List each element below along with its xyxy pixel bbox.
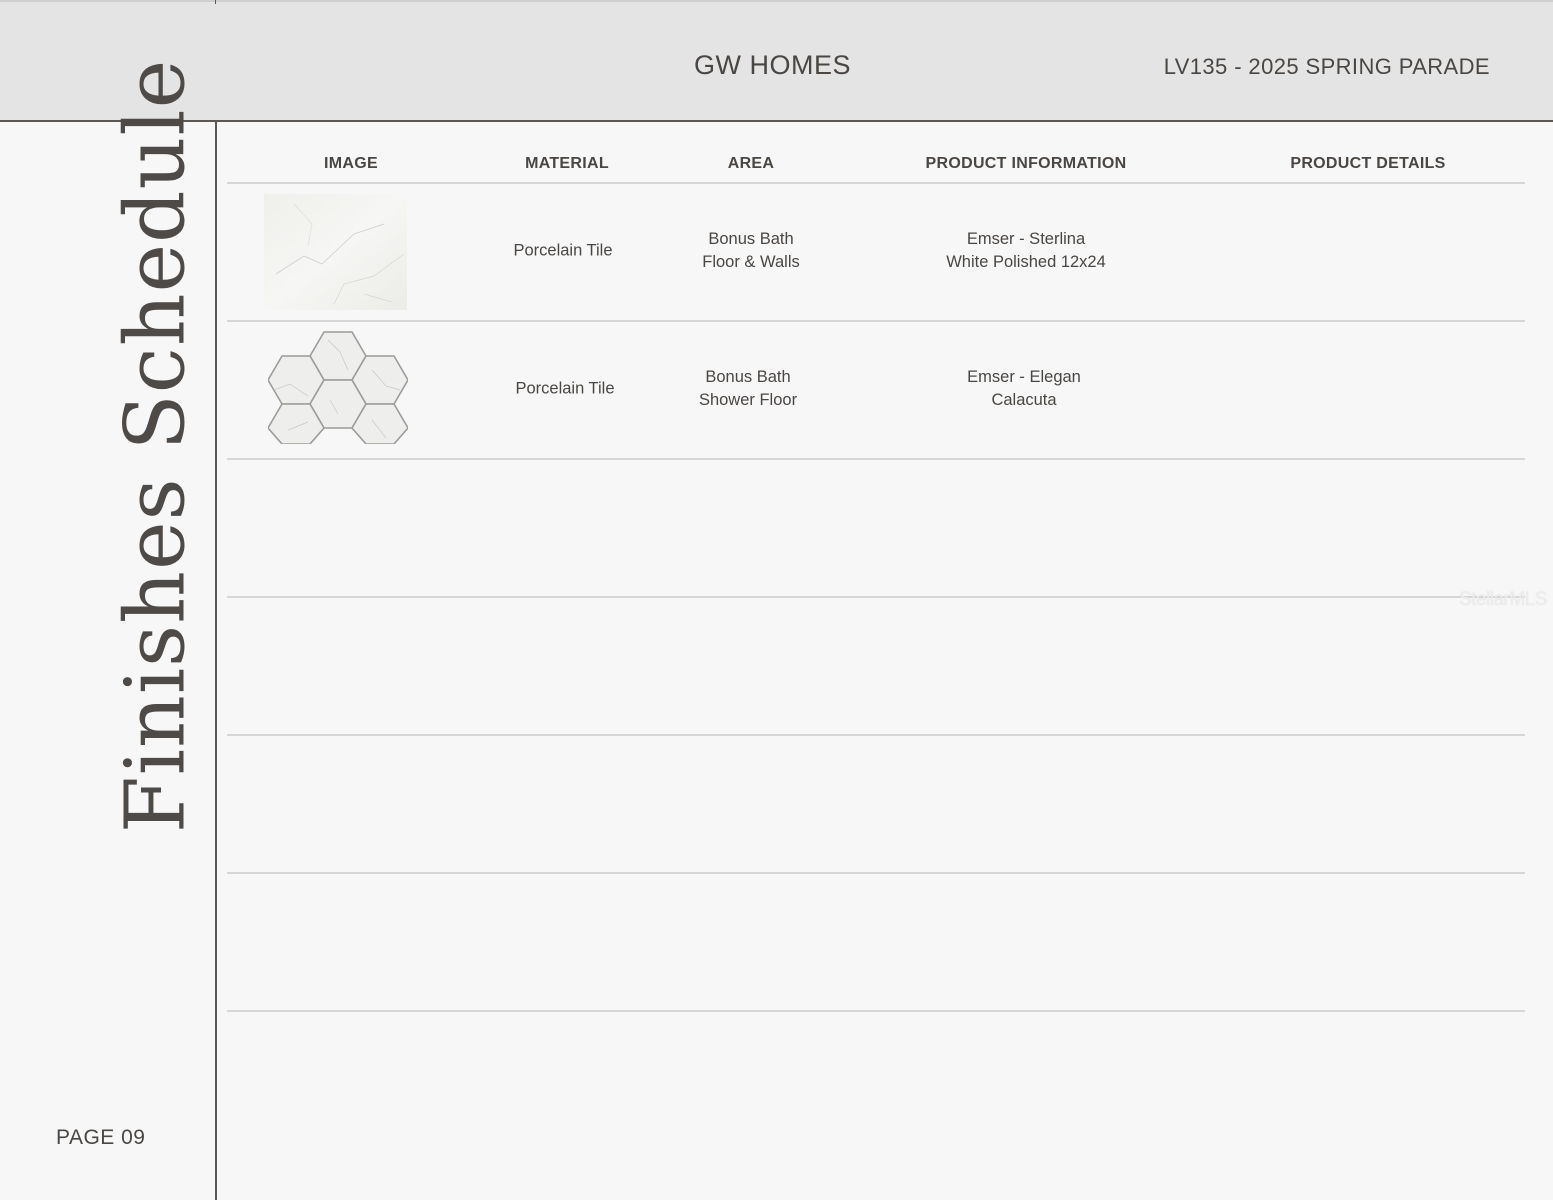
table-rule (227, 458, 1525, 460)
area-line: Floor & Walls (702, 253, 800, 271)
sidebar-divider (215, 122, 217, 1200)
table-rule (227, 1010, 1525, 1012)
table-rule (227, 320, 1525, 322)
material-cell: Porcelain Tile (515, 379, 615, 398)
table-rule (227, 596, 1525, 598)
area-cell: Bonus Bath Floor & Walls (702, 228, 800, 274)
area-line: Bonus Bath (705, 368, 791, 386)
header-bar: GW HOMES LV135 - 2025 SPRING PARADE (0, 0, 1553, 122)
column-header-material: MATERIAL (525, 155, 609, 172)
watermark: StellarMLS (1459, 589, 1547, 610)
product-info-line: Emser - Sterlina (966, 230, 1086, 248)
product-info-cell: Emser - Sterlina White Polished 12x24 (946, 228, 1106, 274)
table-rule (227, 872, 1525, 874)
page-title: Finishes Schedule (108, 58, 204, 834)
hexagon-mosaic-tile-image (268, 331, 408, 444)
table-rule (227, 182, 1525, 184)
product-info-line: White Polished 12x24 (946, 253, 1106, 271)
column-header-product-information: PRODUCT INFORMATION (925, 155, 1127, 172)
page-number: PAGE 09 (56, 1126, 146, 1149)
material-cell: Porcelain Tile (513, 241, 613, 260)
area-line: Bonus Bath (708, 230, 794, 248)
column-header-product-details: PRODUCT DETAILS (1290, 155, 1446, 172)
table-rule (227, 734, 1525, 736)
product-info-cell: Emser - Elegan Calacuta (967, 366, 1081, 412)
column-header-image: IMAGE (324, 155, 378, 172)
product-info-line: Emser - Elegan (967, 368, 1081, 386)
area-line: Shower Floor (698, 391, 798, 409)
column-header-area: AREA (727, 155, 775, 172)
white-marble-tile-image (264, 194, 407, 310)
area-cell: Bonus Bath Shower Floor (699, 366, 797, 412)
product-info-line: Calacuta (991, 391, 1057, 409)
header-tick (215, 0, 216, 4)
project-title: LV135 - 2025 SPRING PARADE (1163, 54, 1490, 79)
